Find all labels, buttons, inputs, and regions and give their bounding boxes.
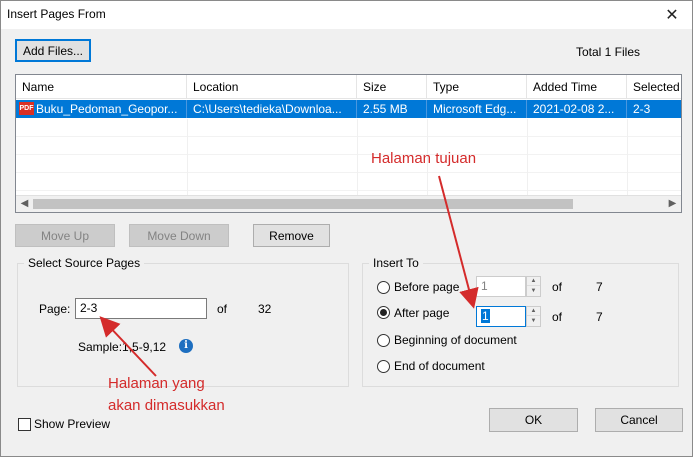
- scroll-right-icon[interactable]: ▶: [664, 196, 681, 212]
- radio-after-page[interactable]: [377, 306, 390, 319]
- scrollbar-thumb[interactable]: [33, 199, 573, 209]
- before-page-input[interactable]: 1: [476, 276, 526, 297]
- empty-row: [16, 155, 681, 173]
- ok-button[interactable]: OK: [489, 408, 578, 432]
- annotation-source-line1: Halaman yang: [108, 375, 205, 392]
- total-files-count: Total 1 Files: [575, 45, 640, 59]
- grid-line: [357, 119, 358, 195]
- radio-end-of-document[interactable]: [377, 360, 390, 373]
- spin-down-icon[interactable]: ▼: [527, 287, 540, 296]
- info-icon[interactable]: i: [179, 339, 193, 353]
- source-of-label: of: [217, 302, 228, 316]
- before-of-label: of: [552, 280, 563, 294]
- after-page-value: 1: [481, 309, 490, 323]
- column-header-size[interactable]: Size: [357, 75, 427, 99]
- cell-type: Microsoft Edg...: [427, 100, 527, 118]
- after-of-label: of: [552, 310, 563, 324]
- after-page-spinner[interactable]: ▲ ▼: [526, 306, 541, 327]
- close-icon[interactable]: ✕: [652, 1, 692, 29]
- file-name: Buku_Pedoman_Geopor...: [36, 102, 178, 116]
- annotation-source-line2: akan dimasukkan: [108, 397, 225, 414]
- dialog-title: Insert Pages From: [7, 7, 106, 21]
- spin-up-icon[interactable]: ▲: [527, 277, 540, 286]
- file-list-header: Name Location Size Type Added Time Selec…: [16, 75, 681, 99]
- end-of-document-label: End of document: [394, 359, 485, 373]
- title-bar: Insert Pages From ✕: [1, 1, 692, 29]
- grid-line: [627, 119, 628, 195]
- empty-row: [16, 119, 681, 137]
- cell-selected: 2-3: [633, 102, 651, 116]
- insert-to-group: Insert To Before page 1 ▲ ▼ of 7 After p…: [362, 256, 679, 387]
- radio-before-page[interactable]: [377, 281, 390, 294]
- before-total-pages: 7: [596, 280, 603, 294]
- add-files-button[interactable]: Add Files...: [15, 39, 91, 62]
- before-page-label: Before page: [394, 280, 460, 294]
- cell-added-time: 2021-02-08 2...: [527, 100, 627, 118]
- beginning-of-document-label: Beginning of document: [394, 333, 517, 347]
- show-preview-label: Show Preview: [34, 417, 111, 431]
- empty-row: [16, 173, 681, 191]
- cancel-button[interactable]: Cancel: [595, 408, 683, 432]
- select-source-pages-group: Select Source Pages Page: 2-3 of 32 Samp…: [17, 256, 349, 387]
- source-total-pages: 32: [258, 302, 272, 316]
- grid-line: [187, 119, 188, 195]
- show-preview-checkbox[interactable]: [18, 418, 31, 431]
- scroll-left-icon[interactable]: ◀: [16, 196, 33, 212]
- after-page-input[interactable]: 1: [476, 306, 526, 327]
- move-down-button[interactable]: Move Down: [129, 224, 229, 247]
- annotation-target-page: Halaman tujuan: [371, 150, 477, 167]
- column-header-type[interactable]: Type: [427, 75, 527, 99]
- column-header-location[interactable]: Location: [187, 75, 357, 99]
- insert-to-legend: Insert To: [369, 256, 423, 270]
- column-header-selected[interactable]: Selected: [627, 75, 681, 99]
- table-row[interactable]: PDF Buku_Pedoman_Geopor... C:\Users\tedie…: [16, 100, 681, 118]
- cell-size: 2.55 MB: [357, 100, 427, 118]
- spin-down-icon[interactable]: ▼: [527, 317, 540, 326]
- empty-row: [16, 137, 681, 155]
- column-header-added-time[interactable]: Added Time: [527, 75, 627, 99]
- sample-hint: Sample:1,5-9,12: [78, 340, 167, 354]
- cell-location: C:\Users\tedieka\Downloa...: [187, 100, 357, 118]
- page-label: Page:: [39, 302, 71, 316]
- column-header-name[interactable]: Name: [16, 75, 187, 99]
- remove-button[interactable]: Remove: [253, 224, 330, 247]
- source-pages-legend: Select Source Pages: [24, 256, 145, 270]
- before-page-spinner[interactable]: ▲ ▼: [526, 276, 541, 297]
- file-list[interactable]: Name Location Size Type Added Time Selec…: [15, 74, 682, 213]
- insert-pages-dialog: Insert Pages From ✕ Add Files... Total 1…: [0, 0, 693, 457]
- radio-beginning-of-document[interactable]: [377, 334, 390, 347]
- horizontal-scrollbar[interactable]: ◀ ▶: [16, 195, 681, 212]
- after-page-label: After page: [394, 306, 450, 320]
- move-up-button[interactable]: Move Up: [15, 224, 115, 247]
- after-total-pages: 7: [596, 310, 603, 324]
- source-page-input[interactable]: 2-3: [75, 298, 207, 319]
- cell-name: PDF Buku_Pedoman_Geopor...: [16, 100, 187, 118]
- pdf-file-icon: PDF: [19, 102, 34, 116]
- spin-up-icon[interactable]: ▲: [527, 307, 540, 316]
- grid-line: [527, 119, 528, 195]
